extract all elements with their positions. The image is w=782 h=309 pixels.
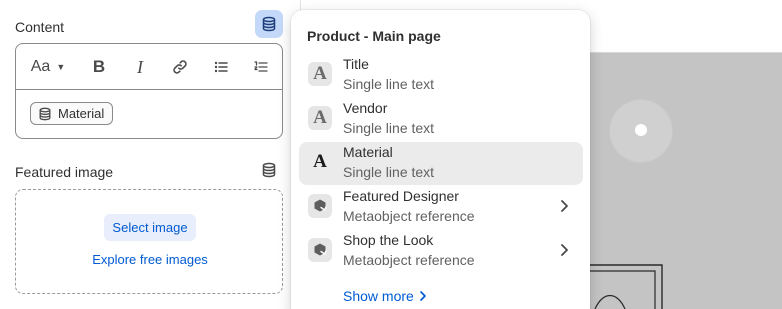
source-option-material[interactable]: A Material Single line text: [299, 142, 583, 185]
dynamic-source-pill[interactable]: Material: [30, 102, 114, 125]
chevron-right-icon: [561, 244, 568, 256]
select-image-button[interactable]: Select image: [104, 214, 196, 241]
explore-free-images-link[interactable]: Explore free images: [16, 252, 284, 267]
option-name: Shop the Look: [343, 232, 434, 248]
text-icon: A: [308, 106, 332, 130]
option-type: Single line text: [343, 120, 435, 136]
image-dropzone[interactable]: Select image Explore free images: [15, 189, 283, 294]
metaobject-icon: [308, 238, 332, 262]
text-icon: A: [313, 151, 327, 172]
database-icon: [262, 16, 276, 32]
option-name: Featured Designer: [343, 188, 459, 204]
text-icon: A: [308, 62, 332, 86]
preview-circle-dot: [635, 124, 647, 136]
link-icon: [173, 60, 187, 74]
numbered-list-button[interactable]: [250, 56, 272, 78]
content-label: Content: [15, 19, 65, 35]
link-button[interactable]: [169, 56, 191, 78]
connect-dynamic-source-button[interactable]: [258, 160, 280, 180]
option-type: Single line text: [343, 76, 435, 92]
source-option-title[interactable]: A Title Single line text: [299, 54, 583, 97]
italic-button[interactable]: I: [129, 56, 151, 78]
option-type: Single line text: [343, 164, 435, 180]
dynamic-source-popover: Product - Main page A Title Single line …: [291, 10, 590, 309]
database-icon: [39, 107, 51, 120]
show-more-link[interactable]: Show more: [343, 288, 428, 304]
dynamic-source-pill-label: Material: [58, 106, 105, 121]
metaobject-icon: [308, 194, 332, 218]
font-style-label: Aa: [30, 58, 51, 75]
option-name: Title: [343, 56, 369, 72]
option-name: Material: [343, 144, 393, 160]
option-name: Vendor: [343, 100, 388, 116]
bold-button[interactable]: B: [88, 56, 110, 78]
database-icon: [262, 162, 276, 178]
preview-image: [585, 53, 782, 309]
featured-image-label: Featured image: [15, 164, 114, 180]
numbered-list-icon: [254, 61, 268, 72]
chevron-right-icon: [561, 200, 568, 212]
source-option-shop-the-look[interactable]: Shop the Look Metaobject reference: [299, 230, 583, 273]
preview-sketch-lines: [585, 264, 663, 309]
source-option-featured-designer[interactable]: Featured Designer Metaobject reference: [299, 186, 583, 229]
preview-header-area: [585, 0, 782, 53]
preview-circle-decoration: [610, 100, 672, 162]
settings-panel: Content Aa ▼ B I Material Featured image…: [0, 0, 300, 309]
bullet-list-button[interactable]: [210, 56, 232, 78]
option-type: Metaobject reference: [343, 252, 475, 268]
bullet-list-icon: [214, 61, 228, 73]
caret-down-icon: ▼: [56, 62, 66, 72]
rich-text-editor[interactable]: Aa ▼ B I Material: [15, 43, 283, 139]
chevron-right-icon: [419, 291, 426, 301]
option-type: Metaobject reference: [343, 208, 475, 224]
font-style-button[interactable]: Aa ▼: [26, 56, 70, 78]
connect-dynamic-source-button[interactable]: [255, 10, 283, 38]
popover-title: Product - Main page: [307, 28, 441, 44]
rich-text-toolbar: Aa ▼ B I: [16, 44, 282, 90]
show-more-label: Show more: [343, 288, 414, 304]
source-option-vendor[interactable]: A Vendor Single line text: [299, 98, 583, 141]
